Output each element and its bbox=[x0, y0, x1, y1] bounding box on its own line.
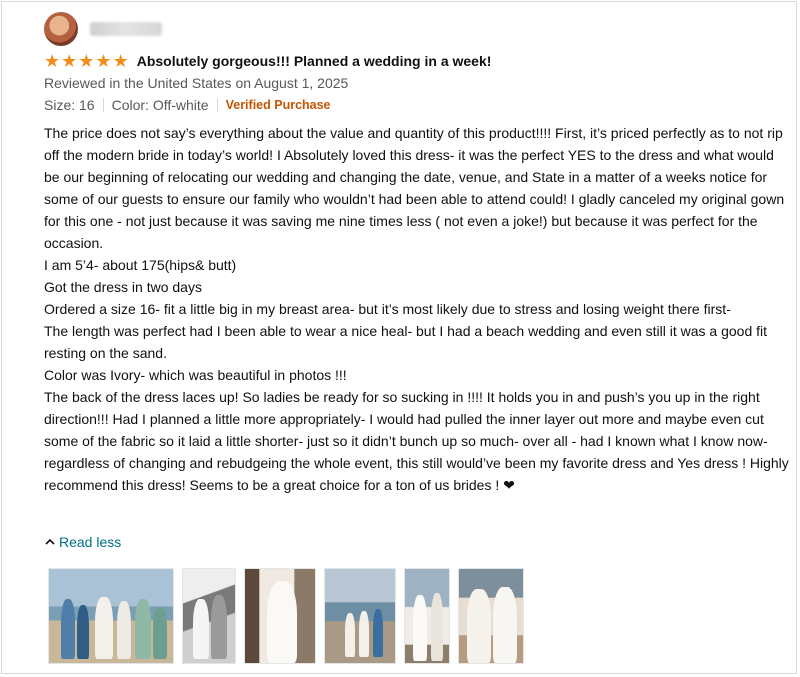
review-image-thumbnail[interactable] bbox=[324, 568, 396, 664]
reviewer-profile[interactable] bbox=[44, 12, 162, 46]
review-image-thumbnail[interactable] bbox=[404, 568, 450, 664]
figure bbox=[467, 589, 491, 663]
review-image-thumbnail[interactable] bbox=[244, 568, 316, 664]
reviewer-avatar[interactable] bbox=[44, 12, 78, 46]
review-image-thumbnail[interactable] bbox=[48, 568, 174, 664]
chevron-up-icon bbox=[45, 538, 55, 545]
review-variant-info: Size: 16 Color: Off-white Verified Purch… bbox=[44, 97, 331, 113]
figure bbox=[413, 595, 427, 661]
review-date: Reviewed in the United States on August … bbox=[44, 75, 349, 91]
figure bbox=[373, 609, 383, 657]
review-title-row: ★ ★ ★ ★ ★ Absolutely gorgeous!!! Planned… bbox=[44, 52, 491, 70]
review-image-gallery bbox=[48, 568, 524, 664]
figure bbox=[211, 595, 227, 659]
star-icon: ★ bbox=[44, 51, 61, 71]
color-label[interactable]: Color: Off-white bbox=[112, 97, 209, 113]
figure bbox=[117, 601, 131, 659]
size-label[interactable]: Size: 16 bbox=[44, 97, 95, 113]
review-paragraph: The length was perfect had I been able t… bbox=[44, 323, 768, 361]
star-icon: ★ bbox=[61, 51, 78, 71]
figure bbox=[135, 599, 151, 659]
figure bbox=[95, 597, 113, 659]
review-paragraph: The back of the dress laces up! So ladie… bbox=[44, 389, 789, 493]
review-paragraph: The price does not say’s everything abou… bbox=[44, 125, 785, 251]
review-paragraph: Got the dress in two days bbox=[44, 279, 202, 295]
verified-purchase-badge: Verified Purchase bbox=[225, 98, 331, 112]
star-icon: ★ bbox=[78, 51, 95, 71]
read-less-label: Read less bbox=[59, 534, 122, 550]
figure bbox=[359, 611, 369, 657]
figure bbox=[153, 607, 167, 659]
review-title[interactable]: Absolutely gorgeous!!! Planned a wedding… bbox=[137, 53, 492, 69]
review-paragraph: Color was Ivory- which was beautiful in … bbox=[44, 367, 347, 383]
star-rating: ★ ★ ★ ★ ★ bbox=[44, 52, 129, 70]
figure bbox=[193, 599, 209, 659]
review-paragraph: Ordered a size 16- fit a little big in m… bbox=[44, 301, 731, 317]
review-image-thumbnail[interactable] bbox=[458, 568, 524, 664]
figure bbox=[61, 599, 75, 659]
read-less-link[interactable]: Read less bbox=[44, 534, 121, 550]
divider bbox=[216, 98, 218, 112]
star-icon: ★ bbox=[95, 51, 112, 71]
figure bbox=[431, 593, 443, 661]
reviewer-name-redacted bbox=[90, 22, 162, 36]
figure bbox=[77, 605, 89, 659]
figure bbox=[493, 587, 517, 663]
review-paragraph: I am 5’4- about 175(hips& butt) bbox=[44, 257, 237, 273]
figure bbox=[345, 613, 355, 657]
divider bbox=[102, 98, 104, 112]
figure bbox=[267, 581, 297, 663]
star-icon: ★ bbox=[112, 51, 129, 71]
review-image-thumbnail[interactable] bbox=[182, 568, 236, 664]
review-body: The price does not say’s everything abou… bbox=[44, 122, 789, 496]
